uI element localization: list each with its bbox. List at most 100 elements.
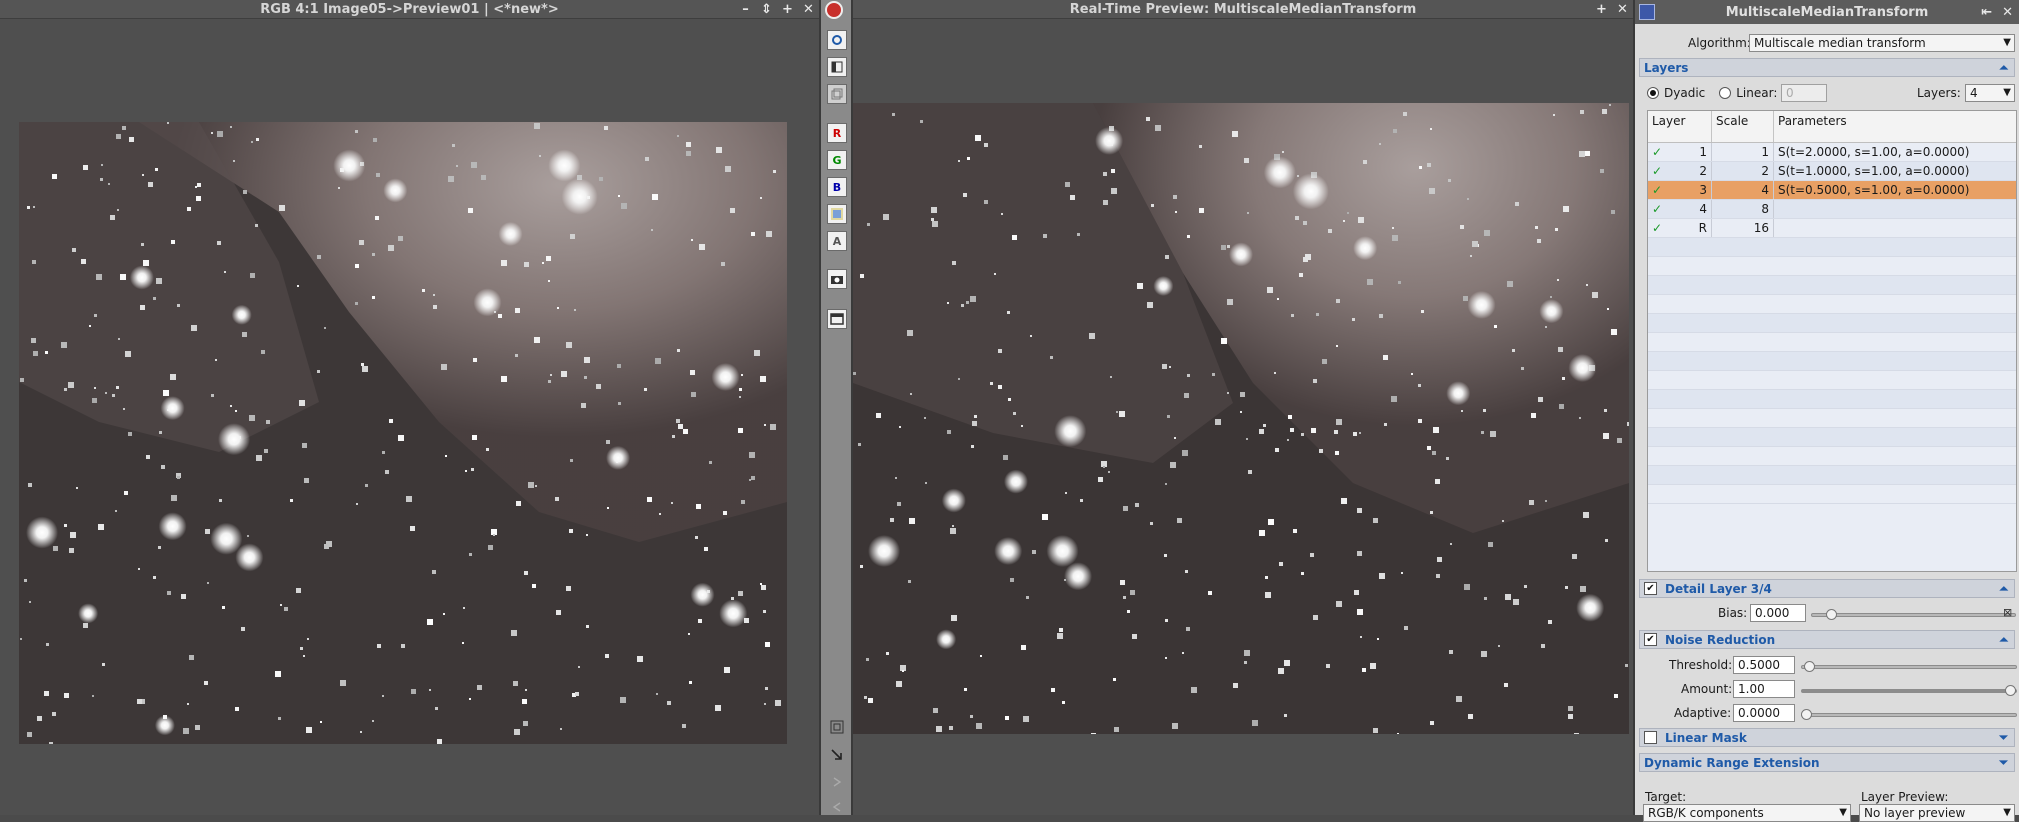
star <box>952 261 956 265</box>
rgb-icon[interactable] <box>827 204 847 224</box>
record-icon[interactable] <box>825 1 843 19</box>
dre-section-header[interactable]: Dynamic Range Extension ⏷ <box>1639 753 2015 772</box>
dyadic-radio[interactable] <box>1647 87 1659 99</box>
detail-layer-section-header[interactable]: ✔ Detail Layer 3/4 ⏶ <box>1639 579 2015 598</box>
frame-icon[interactable] <box>827 717 847 737</box>
layers-count-select[interactable]: 4 ▼ <box>1965 84 2015 102</box>
preview-window-titlebar[interactable]: Real-Time Preview: MultiscaleMedianTrans… <box>853 0 1633 19</box>
circle-icon[interactable] <box>827 30 847 50</box>
minimize-icon[interactable]: – <box>739 3 752 16</box>
amount-field[interactable]: 1.00 <box>1733 680 1795 698</box>
star <box>1282 151 1284 153</box>
algorithm-select[interactable]: Multiscale median transform ▼ <box>1749 34 2015 52</box>
check-icon[interactable]: ✓ <box>1652 164 1662 178</box>
star <box>1259 530 1265 536</box>
reset-icon[interactable]: ⊠ <box>2003 606 2012 619</box>
column-header-scale[interactable]: Scale <box>1712 111 1774 142</box>
bright-star <box>1446 381 1471 406</box>
star <box>970 715 973 718</box>
bright-star <box>994 537 1023 566</box>
collapse-icon: ⏶ <box>1999 60 2008 74</box>
linear-mask-section-header[interactable]: Linear Mask ⏷ <box>1639 728 2015 747</box>
star <box>1507 281 1513 287</box>
next-icon[interactable] <box>827 772 847 792</box>
noise-reduction-section-header[interactable]: ✔ Noise Reduction ⏶ <box>1639 630 2015 649</box>
arrow-icon[interactable] <box>827 745 847 765</box>
star <box>1177 518 1182 523</box>
check-icon[interactable]: ✓ <box>1652 202 1662 216</box>
table-row[interactable]: ✓ 1 1 S(t=2.0000, s=1.00, a=0.0000) <box>1648 143 2016 162</box>
bias-slider-knob[interactable] <box>1826 609 1837 620</box>
star <box>725 166 731 172</box>
star <box>1165 255 1169 259</box>
panel-icon[interactable] <box>827 57 847 77</box>
prev-icon[interactable] <box>827 797 847 817</box>
maximize-icon[interactable]: + <box>781 3 794 16</box>
star <box>469 553 472 556</box>
bias-field[interactable]: 0.000 <box>1750 604 1806 622</box>
star <box>853 372 856 375</box>
star <box>1449 650 1453 654</box>
star <box>177 476 180 479</box>
detail-layer-checkbox[interactable]: ✔ <box>1644 582 1657 595</box>
layer-preview-select[interactable]: No layer preview ▼ <box>1859 804 2015 822</box>
preview-canvas[interactable] <box>853 103 1629 734</box>
column-header-parameters[interactable]: Parameters <box>1774 111 2016 142</box>
star <box>698 619 702 623</box>
threshold-field[interactable]: 0.5000 <box>1733 656 1795 674</box>
panel-titlebar[interactable]: MultiscaleMedianTransform ⇤ ✕ <box>1635 0 2019 24</box>
table-row[interactable]: ✓ 2 2 S(t=1.0000, s=1.00, a=0.0000) <box>1648 162 2016 181</box>
noise-reduction-checkbox[interactable]: ✔ <box>1644 633 1657 646</box>
star <box>655 358 661 364</box>
table-row[interactable]: ✓ R 16 <box>1648 219 2016 238</box>
window-icon[interactable] <box>827 309 847 329</box>
star <box>1244 661 1247 664</box>
close-icon[interactable]: ✕ <box>802 3 815 16</box>
camera-icon[interactable] <box>827 269 847 289</box>
threshold-slider[interactable] <box>1801 661 2017 672</box>
star <box>303 655 305 657</box>
red-channel-button[interactable]: R <box>827 123 847 143</box>
linear-spinbox[interactable]: 0 <box>1781 84 1827 102</box>
layers-count-value: 4 <box>1970 86 1978 100</box>
linear-radio[interactable] <box>1719 87 1732 99</box>
image-window-titlebar[interactable]: RGB 4:1 Image05->Preview01 | <*new*> – ⇕… <box>0 0 819 19</box>
close-icon[interactable]: ✕ <box>1616 3 1629 16</box>
stack-icon[interactable] <box>827 84 847 104</box>
amount-slider-knob[interactable] <box>2005 685 2016 696</box>
star <box>235 707 239 711</box>
green-channel-button[interactable]: G <box>827 150 847 170</box>
amount-slider[interactable] <box>1801 685 2017 696</box>
alpha-channel-button[interactable]: A <box>827 231 847 251</box>
star <box>645 157 649 161</box>
threshold-slider-knob[interactable] <box>1804 661 1815 672</box>
maximize-icon[interactable]: + <box>1595 3 1608 16</box>
star <box>908 580 911 583</box>
star <box>637 656 643 662</box>
blue-channel-button[interactable]: B <box>827 177 847 197</box>
adaptive-slider-knob[interactable] <box>1801 709 1812 720</box>
check-icon[interactable]: ✓ <box>1652 145 1662 159</box>
close-icon[interactable]: ✕ <box>2002 5 2013 20</box>
star <box>932 221 938 227</box>
check-icon[interactable]: ✓ <box>1652 183 1662 197</box>
star <box>1341 498 1347 504</box>
shade-icon[interactable]: ⇕ <box>760 3 773 16</box>
star <box>958 378 960 380</box>
parameters-cell: S(t=0.5000, s=1.00, a=0.0000) <box>1778 183 1970 197</box>
bias-slider[interactable] <box>1811 609 2016 620</box>
adaptive-field[interactable]: 0.0000 <box>1733 704 1795 722</box>
star <box>1162 364 1167 369</box>
column-header-layer[interactable]: Layer <box>1648 111 1712 142</box>
target-select[interactable]: RGB/K components ▼ <box>1643 804 1851 822</box>
linear-mask-checkbox[interactable] <box>1644 731 1657 744</box>
table-row[interactable]: ✓ 3 4 S(t=0.5000, s=1.00, a=0.0000) <box>1648 181 2016 200</box>
table-row[interactable]: ✓ 4 8 <box>1648 200 2016 219</box>
star <box>1057 633 1063 639</box>
layers-section-header[interactable]: Layers ⏶ <box>1639 58 2015 77</box>
adaptive-slider[interactable] <box>1801 709 2017 720</box>
check-icon[interactable]: ✓ <box>1652 221 1662 235</box>
star <box>1565 586 1568 589</box>
dock-icon[interactable]: ⇤ <box>1981 5 1992 20</box>
image-canvas[interactable] <box>19 122 787 744</box>
